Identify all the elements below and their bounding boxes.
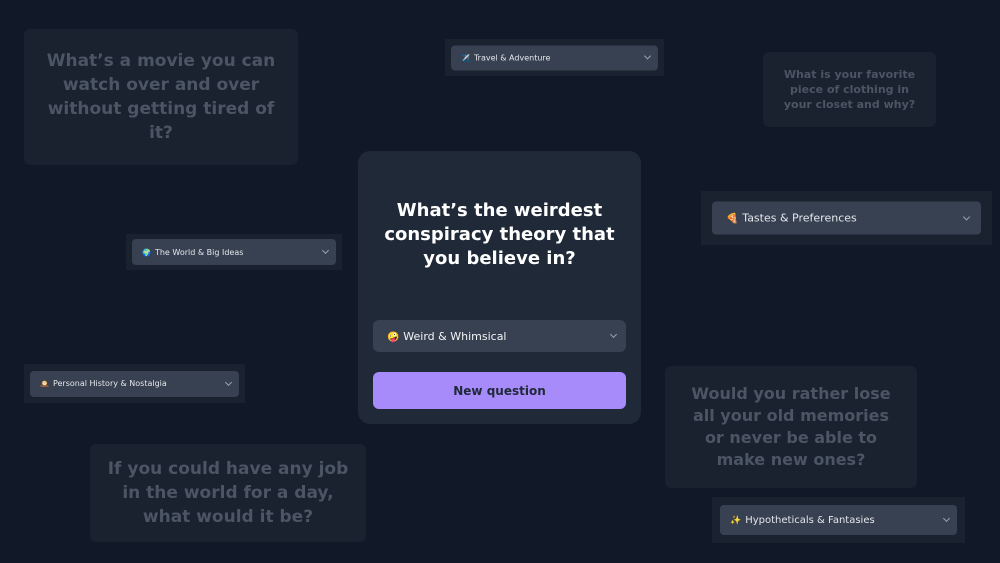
new-question-button[interactable]: New question <box>373 372 626 409</box>
question-text: What’s the weirdest conspiracy theory th… <box>384 200 615 269</box>
category-select-label: Tastes & Preferences <box>742 211 857 225</box>
category-select-label: Travel & Adventure <box>473 53 551 62</box>
background-select-card: ✈️ Travel & Adventure <box>445 39 664 76</box>
question-card: What’s the weirdest conspiracy theory th… <box>358 151 641 424</box>
sparkles-icon: ✨ <box>730 515 742 526</box>
category-select-label: Hypotheticals & Fantasies <box>745 514 875 526</box>
background-question-card: If you could have any job in the world f… <box>90 444 366 542</box>
chevron-down-icon <box>643 52 652 60</box>
category-select-label: Weird & Whimsical <box>403 329 507 343</box>
chevron-down-icon <box>609 330 618 339</box>
category-select[interactable]: 🌍 The World & Big Ideas <box>132 239 336 265</box>
category-select[interactable]: 🤪 Weird & Whimsical <box>373 320 626 352</box>
airplane-icon: ✈️ <box>461 53 470 62</box>
background-question-text: What’s a movie you can watch over and ov… <box>46 51 276 143</box>
zany-face-icon: 🤪 <box>387 331 400 343</box>
background-question-text: If you could have any job in the world f… <box>107 459 349 527</box>
chevron-down-icon <box>224 378 233 386</box>
chevron-down-icon <box>321 246 330 255</box>
background-select-card: 🍕 Tastes & Preferences <box>701 191 992 245</box>
clock-icon: 🕰️ <box>40 379 49 388</box>
background-question-card: What is your favorite piece of clothing … <box>763 52 936 127</box>
category-select-label: Personal History & Nostalgia <box>52 379 167 388</box>
background-select-card: ✨ Hypotheticals & Fantasies <box>712 497 965 543</box>
pizza-icon: 🍕 <box>726 213 739 225</box>
category-select[interactable]: 🍕 Tastes & Preferences <box>712 201 981 235</box>
category-select[interactable]: 🕰️ Personal History & Nostalgia <box>30 370 239 397</box>
background-question-card: Would you rather lose all your old memor… <box>665 366 917 488</box>
category-select[interactable]: ✈️ Travel & Adventure <box>451 45 658 70</box>
background-select-card: 🌍 The World & Big Ideas <box>126 234 342 270</box>
background-question-text: What is your favorite piece of clothing … <box>783 68 916 111</box>
globe-icon: 🌍 <box>142 247 151 257</box>
background-question-card: What’s a movie you can watch over and ov… <box>24 29 298 165</box>
category-select-label: The World & Big Ideas <box>154 247 244 257</box>
background-select-card: 🕰️ Personal History & Nostalgia <box>24 364 245 403</box>
background-question-text: Would you rather lose all your old memor… <box>691 384 891 469</box>
category-select[interactable]: ✨ Hypotheticals & Fantasies <box>720 505 957 535</box>
chevron-down-icon <box>962 212 971 221</box>
chevron-down-icon <box>942 514 951 523</box>
